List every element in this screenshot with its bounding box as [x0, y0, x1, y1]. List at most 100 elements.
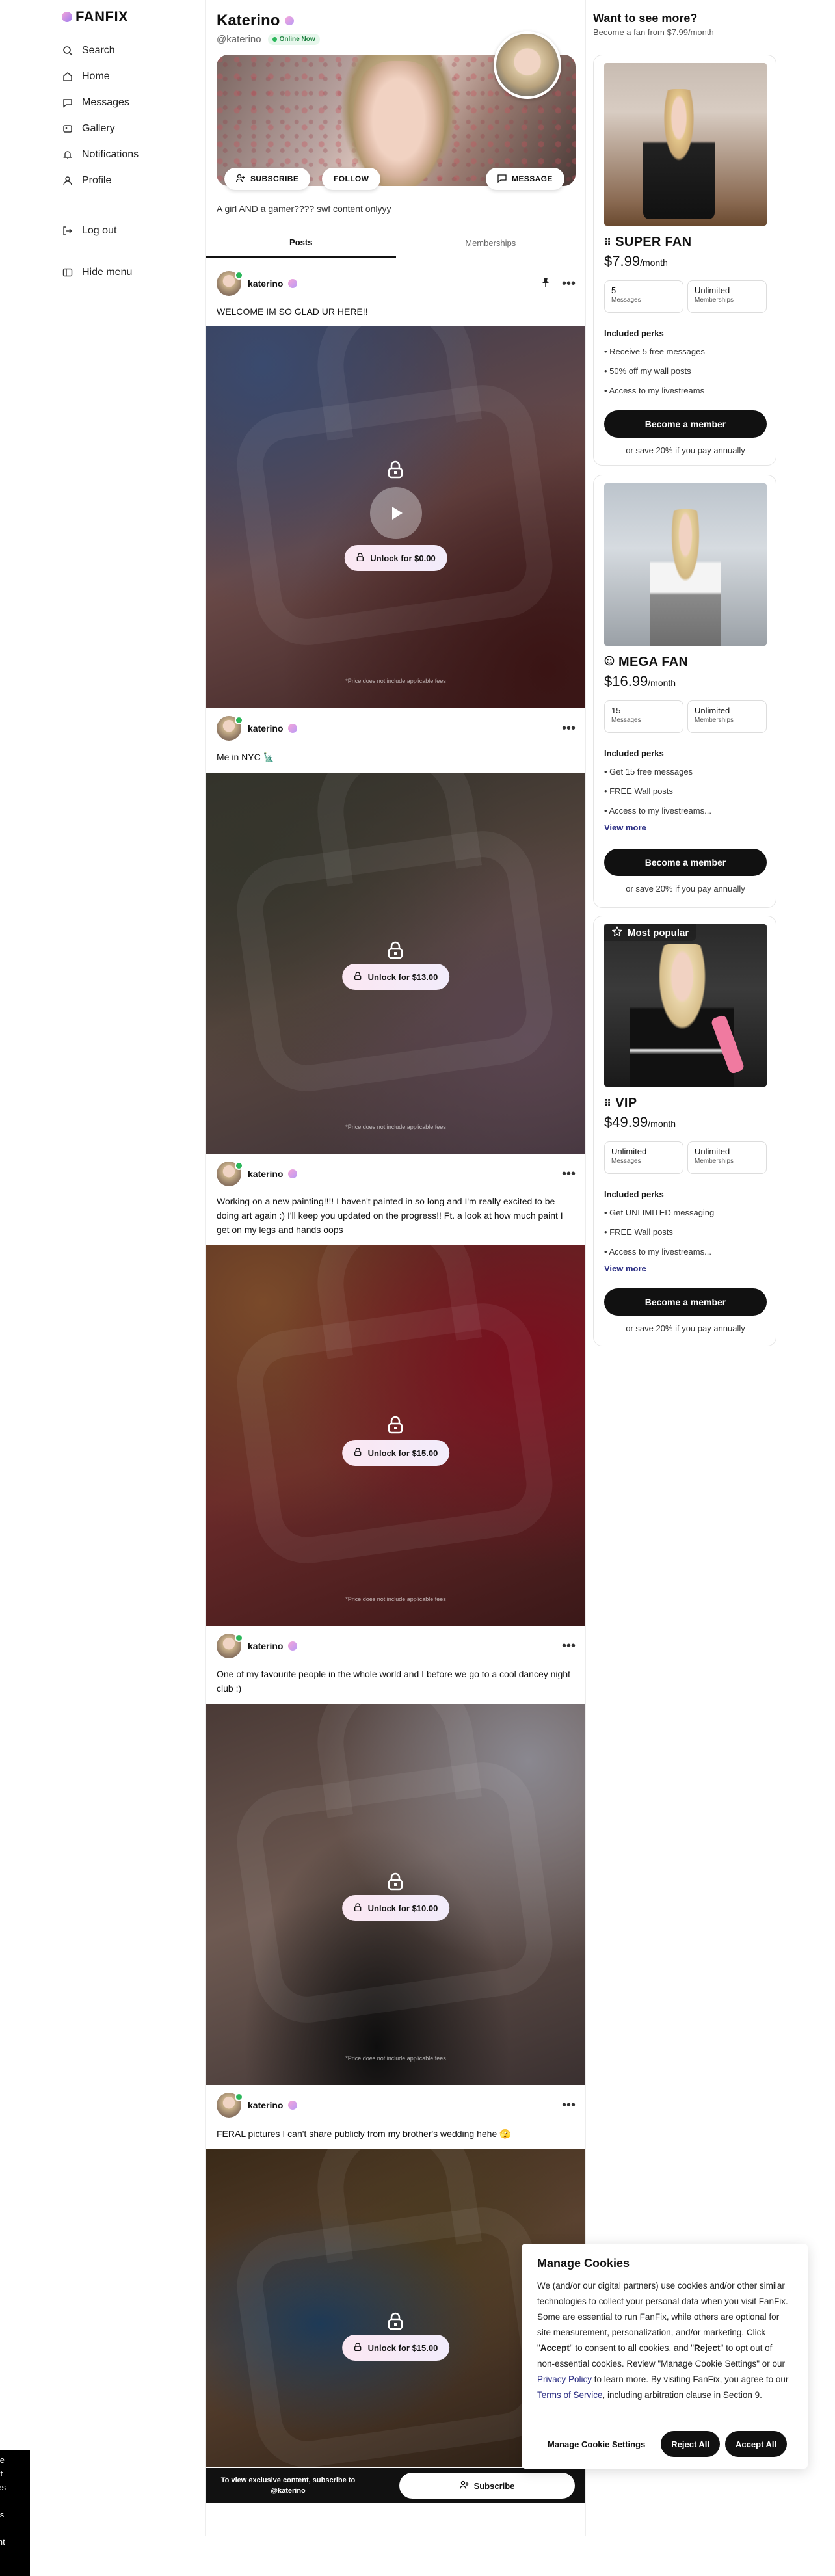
lock-small-icon [356, 553, 364, 563]
nav-profile[interactable]: Profile [62, 168, 192, 194]
cookie-banner: Manage Cookies We (and/or our digital pa… [522, 2244, 808, 2469]
avatar[interactable] [217, 1634, 243, 1658]
manage-cookie-settings-button[interactable]: Manage Cookie Settings [537, 2431, 656, 2457]
accept-all-button[interactable]: Accept All [725, 2431, 788, 2457]
clipped-overlay-panel: ase ept kies o ess is tent [0, 2450, 30, 2576]
play-icon[interactable] [370, 487, 422, 539]
verified-badge-icon [288, 1641, 298, 1651]
post-text: Working on a new painting!!!! I haven't … [217, 1196, 563, 1235]
sidebar-toggle-icon [62, 267, 73, 278]
stat-messages: 5 Messages [604, 280, 683, 313]
tier-icon: ⠿ [604, 1098, 612, 1108]
lock-icon [386, 1415, 405, 1435]
subscribe-bar-text: To view exclusive content, subscribe to … [220, 2476, 356, 2495]
subscribe-bar-button[interactable]: Subscribe [399, 2473, 575, 2499]
secondary-nav: Log out Hide menu [62, 218, 132, 285]
privacy-policy-link[interactable]: Privacy Policy [537, 2374, 592, 2384]
post-author[interactable]: katerino [248, 723, 298, 734]
locked-media[interactable]: Unlock for $10.00 *Price does not includ… [206, 1704, 585, 2085]
tier-card-mega-fan: MEGA FAN $16.99/month 15 Messages Unlimit… [593, 475, 776, 908]
unlock-label: Unlock for $13.00 [367, 972, 438, 982]
profile-handle: @katerino [217, 34, 261, 45]
unlock-button[interactable]: Unlock for $15.00 [341, 1440, 450, 1466]
fee-note: *Price does not include applicable fees [345, 1124, 446, 1130]
more-options-icon[interactable]: ••• [562, 2098, 576, 2113]
become-member-button[interactable]: Become a member [604, 410, 767, 438]
tab-posts[interactable]: Posts [206, 228, 396, 258]
avatar[interactable] [217, 1162, 243, 1186]
lock-icon [386, 940, 405, 960]
lock-small-icon [354, 1448, 362, 1458]
subscribe-button[interactable]: SUBSCRIBE [224, 168, 311, 190]
post-header: katerino ••• [217, 716, 576, 741]
unlock-button[interactable]: Unlock for $13.00 [341, 964, 450, 990]
fanfix-logo[interactable]: FANFIX [62, 8, 128, 25]
verified-badge-icon [285, 16, 295, 25]
hide-menu-button[interactable]: Hide menu [62, 259, 132, 285]
nav-label: Home [82, 71, 110, 82]
profile-avatar[interactable] [494, 31, 561, 99]
perk-item: • Get 15 free messages [604, 767, 693, 777]
more-options-icon[interactable]: ••• [562, 1639, 576, 1654]
verified-badge-icon [288, 1169, 298, 1178]
nav-search[interactable]: Search [62, 38, 192, 64]
message-icon [62, 98, 73, 109]
nav-notifications[interactable]: Notifications [62, 142, 192, 168]
tab-memberships[interactable]: Memberships [396, 228, 586, 258]
nav-home[interactable]: Home [62, 64, 192, 90]
follow-button[interactable]: FOLLOW [322, 168, 381, 190]
reject-all-button[interactable]: Reject All [661, 2431, 721, 2457]
unlock-label: Unlock for $10.00 [367, 1903, 438, 1913]
post-header: katerino ••• [217, 2093, 576, 2118]
perk-item: • Receive 5 free messages [604, 347, 705, 356]
post-author[interactable]: katerino [248, 278, 298, 289]
post-author[interactable]: katerino [248, 2100, 298, 2110]
view-more-link[interactable]: View more [604, 1264, 646, 1273]
smiley-icon [604, 655, 615, 670]
unlock-button[interactable]: Unlock for $0.00 [344, 545, 447, 571]
avatar[interactable] [217, 2093, 243, 2118]
locked-media[interactable]: Unlock for $13.00 *Price does not includ… [206, 773, 585, 1154]
perk-item: • Get UNLIMITED messaging [604, 1208, 715, 1217]
nav-gallery[interactable]: Gallery [62, 116, 192, 142]
clipped-text: ept [0, 2469, 3, 2478]
post-author[interactable]: katerino [248, 1641, 298, 1651]
become-member-button[interactable]: Become a member [604, 1288, 767, 1316]
fee-note: *Price does not include applicable fees [345, 2055, 446, 2062]
gallery-icon [62, 124, 73, 135]
avatar[interactable] [217, 271, 243, 296]
unlock-label: Unlock for $15.00 [367, 2343, 438, 2353]
terms-of-service-link[interactable]: Terms of Service [537, 2390, 603, 2400]
become-member-button[interactable]: Become a member [604, 849, 767, 876]
unlock-button[interactable]: Unlock for $15.00 [341, 2335, 450, 2361]
save-annual-note: or save 20% if you pay annually [626, 884, 745, 894]
message-button[interactable]: MESSAGE [486, 168, 564, 190]
nav-messages[interactable]: Messages [62, 90, 192, 116]
locked-media[interactable]: Unlock for $15.00 *Price does not includ… [206, 1245, 585, 1626]
tier-image [604, 63, 767, 226]
perks-heading: Included perks [604, 749, 664, 758]
tier-price: $49.99/month [604, 1114, 676, 1130]
clipped-text: is [0, 2521, 30, 2535]
logout-button[interactable]: Log out [62, 218, 132, 244]
more-options-icon[interactable]: ••• [562, 721, 576, 736]
cookie-text: We (and/or our digital partners) use coo… [537, 2281, 789, 2400]
save-annual-note: or save 20% if you pay annually [626, 1323, 745, 1333]
clipped-text: kies [0, 2482, 7, 2492]
stat-memberships: Unlimited Memberships [687, 700, 767, 733]
unlock-button[interactable]: Unlock for $10.00 [341, 1895, 450, 1921]
locked-media[interactable]: Unlock for $0.00 *Price does not include… [206, 326, 585, 708]
follow-label: FOLLOW [334, 174, 369, 183]
message-icon [497, 174, 507, 185]
main-nav: Search Home Messages Gallery Notificatio… [62, 38, 192, 194]
view-more-link[interactable]: View more [604, 823, 646, 832]
more-options-icon[interactable]: ••• [562, 276, 576, 291]
more-options-icon[interactable]: ••• [562, 1167, 576, 1182]
logo-text: FANFIX [75, 8, 129, 25]
post-author[interactable]: katerino [248, 1169, 298, 1179]
avatar[interactable] [217, 716, 243, 741]
pin-icon [541, 276, 550, 291]
profile-bio: A girl AND a gamer???? swf content onlyy… [217, 204, 391, 214]
unlock-label: Unlock for $15.00 [367, 1448, 438, 1458]
user-icon [62, 176, 73, 187]
